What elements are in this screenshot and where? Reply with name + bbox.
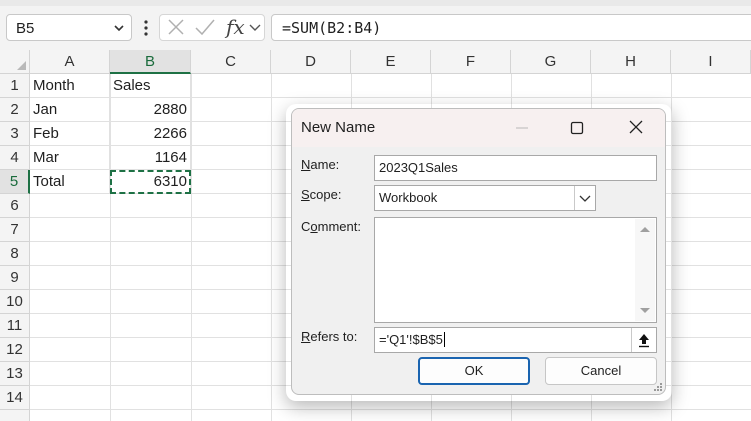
cell-b1[interactable]: Sales bbox=[110, 74, 191, 98]
ribbon-edge bbox=[0, 0, 751, 6]
refers-to-label: Refers to: bbox=[301, 329, 358, 344]
text-caret bbox=[443, 332, 445, 347]
column-header-b[interactable]: B bbox=[110, 50, 191, 74]
row-header-6[interactable]: 6 bbox=[0, 194, 30, 218]
column-header-c[interactable]: C bbox=[191, 50, 271, 74]
refers-to-input[interactable]: ='Q1'!$B$5 bbox=[374, 327, 657, 353]
row-header-13[interactable]: 13 bbox=[0, 362, 30, 386]
formula-buttons: fx bbox=[159, 14, 265, 41]
select-all-icon bbox=[17, 61, 26, 70]
column-header-a[interactable]: A bbox=[30, 50, 110, 74]
cell-a2[interactable]: Jan bbox=[30, 98, 110, 122]
new-name-dialog: New Name Name: 2023Q1Sales Scope: Workbo… bbox=[291, 108, 666, 395]
column-header-g[interactable]: G bbox=[511, 50, 591, 74]
cancel-entry-icon[interactable] bbox=[166, 15, 186, 40]
row-header-2[interactable]: 2 bbox=[0, 98, 30, 122]
row-header-12[interactable]: 12 bbox=[0, 338, 30, 362]
scope-dropdown[interactable]: Workbook bbox=[374, 185, 596, 211]
copy-marquee bbox=[110, 170, 191, 194]
name-input-value: 2023Q1Sales bbox=[379, 160, 458, 175]
row-header-7[interactable]: 7 bbox=[0, 218, 30, 242]
ok-button[interactable]: OK bbox=[418, 357, 530, 385]
select-all-corner[interactable] bbox=[0, 50, 30, 74]
name-label: Name: bbox=[301, 157, 340, 172]
comment-label: Comment: bbox=[301, 219, 361, 234]
cell-b2[interactable]: 2880 bbox=[110, 98, 191, 122]
row-header-4[interactable]: 4 bbox=[0, 146, 30, 170]
chevron-down-icon[interactable] bbox=[113, 22, 125, 34]
comment-textarea[interactable] bbox=[374, 217, 657, 323]
cell-a4[interactable]: Mar bbox=[30, 146, 110, 170]
column-header-f[interactable]: F bbox=[431, 50, 511, 74]
column-header-e[interactable]: E bbox=[351, 50, 431, 74]
insert-function-icon[interactable]: fx bbox=[226, 15, 245, 40]
comment-scrollbar[interactable] bbox=[635, 219, 655, 321]
maximize-icon[interactable] bbox=[554, 109, 600, 147]
row-header-1[interactable]: 1 bbox=[0, 74, 30, 98]
cell-a3[interactable]: Feb bbox=[30, 122, 110, 146]
column-header-i[interactable]: I bbox=[671, 50, 751, 74]
row-header-3[interactable]: 3 bbox=[0, 122, 30, 146]
column-header-h[interactable]: H bbox=[591, 50, 671, 74]
scroll-up-icon[interactable] bbox=[635, 223, 655, 235]
scope-dropdown-arrow[interactable] bbox=[574, 186, 595, 210]
chevron-down-icon bbox=[579, 195, 591, 202]
upload-arrow-icon bbox=[639, 334, 649, 348]
formula-input[interactable]: =SUM(B2:B4) bbox=[271, 14, 751, 41]
scroll-down-icon[interactable] bbox=[635, 305, 655, 317]
resize-grip-icon[interactable] bbox=[653, 382, 663, 392]
dialog-title: New Name bbox=[301, 119, 376, 136]
row-header-14[interactable]: 14 bbox=[0, 386, 30, 410]
chevron-down-icon[interactable] bbox=[248, 15, 262, 40]
name-box[interactable]: B5 bbox=[6, 14, 132, 41]
scope-label: Scope: bbox=[301, 187, 342, 202]
row-header-5[interactable]: 5 bbox=[0, 170, 30, 194]
collapse-dialog-button[interactable] bbox=[631, 328, 656, 352]
minimize-icon bbox=[516, 127, 528, 129]
more-options-icon[interactable] bbox=[141, 17, 151, 39]
excel-window: B5 fx =SUM(B2:B4) A B C D E F G H I 1 2 bbox=[0, 0, 751, 421]
row-header-15[interactable] bbox=[0, 410, 30, 421]
row-header-8[interactable]: 8 bbox=[0, 242, 30, 266]
cell-a1[interactable]: Month bbox=[30, 74, 110, 98]
cancel-button[interactable]: Cancel bbox=[545, 357, 657, 385]
dialog-titlebar[interactable]: New Name bbox=[292, 109, 665, 147]
cell-b4[interactable]: 1164 bbox=[110, 146, 191, 170]
name-box-value: B5 bbox=[16, 20, 35, 37]
cell-b3[interactable]: 2266 bbox=[110, 122, 191, 146]
cell-a5[interactable]: Total bbox=[30, 170, 110, 194]
row-header-9[interactable]: 9 bbox=[0, 266, 30, 290]
column-header-d[interactable]: D bbox=[271, 50, 351, 74]
close-icon[interactable] bbox=[614, 109, 660, 147]
row-header-10[interactable]: 10 bbox=[0, 290, 30, 314]
formula-text: =SUM(B2:B4) bbox=[282, 19, 382, 37]
enter-check-icon[interactable] bbox=[194, 15, 216, 40]
scope-value: Workbook bbox=[379, 190, 438, 205]
row-header-11[interactable]: 11 bbox=[0, 314, 30, 338]
refers-to-value: ='Q1'!$B$5 bbox=[379, 332, 445, 347]
name-input[interactable]: 2023Q1Sales bbox=[374, 155, 657, 181]
